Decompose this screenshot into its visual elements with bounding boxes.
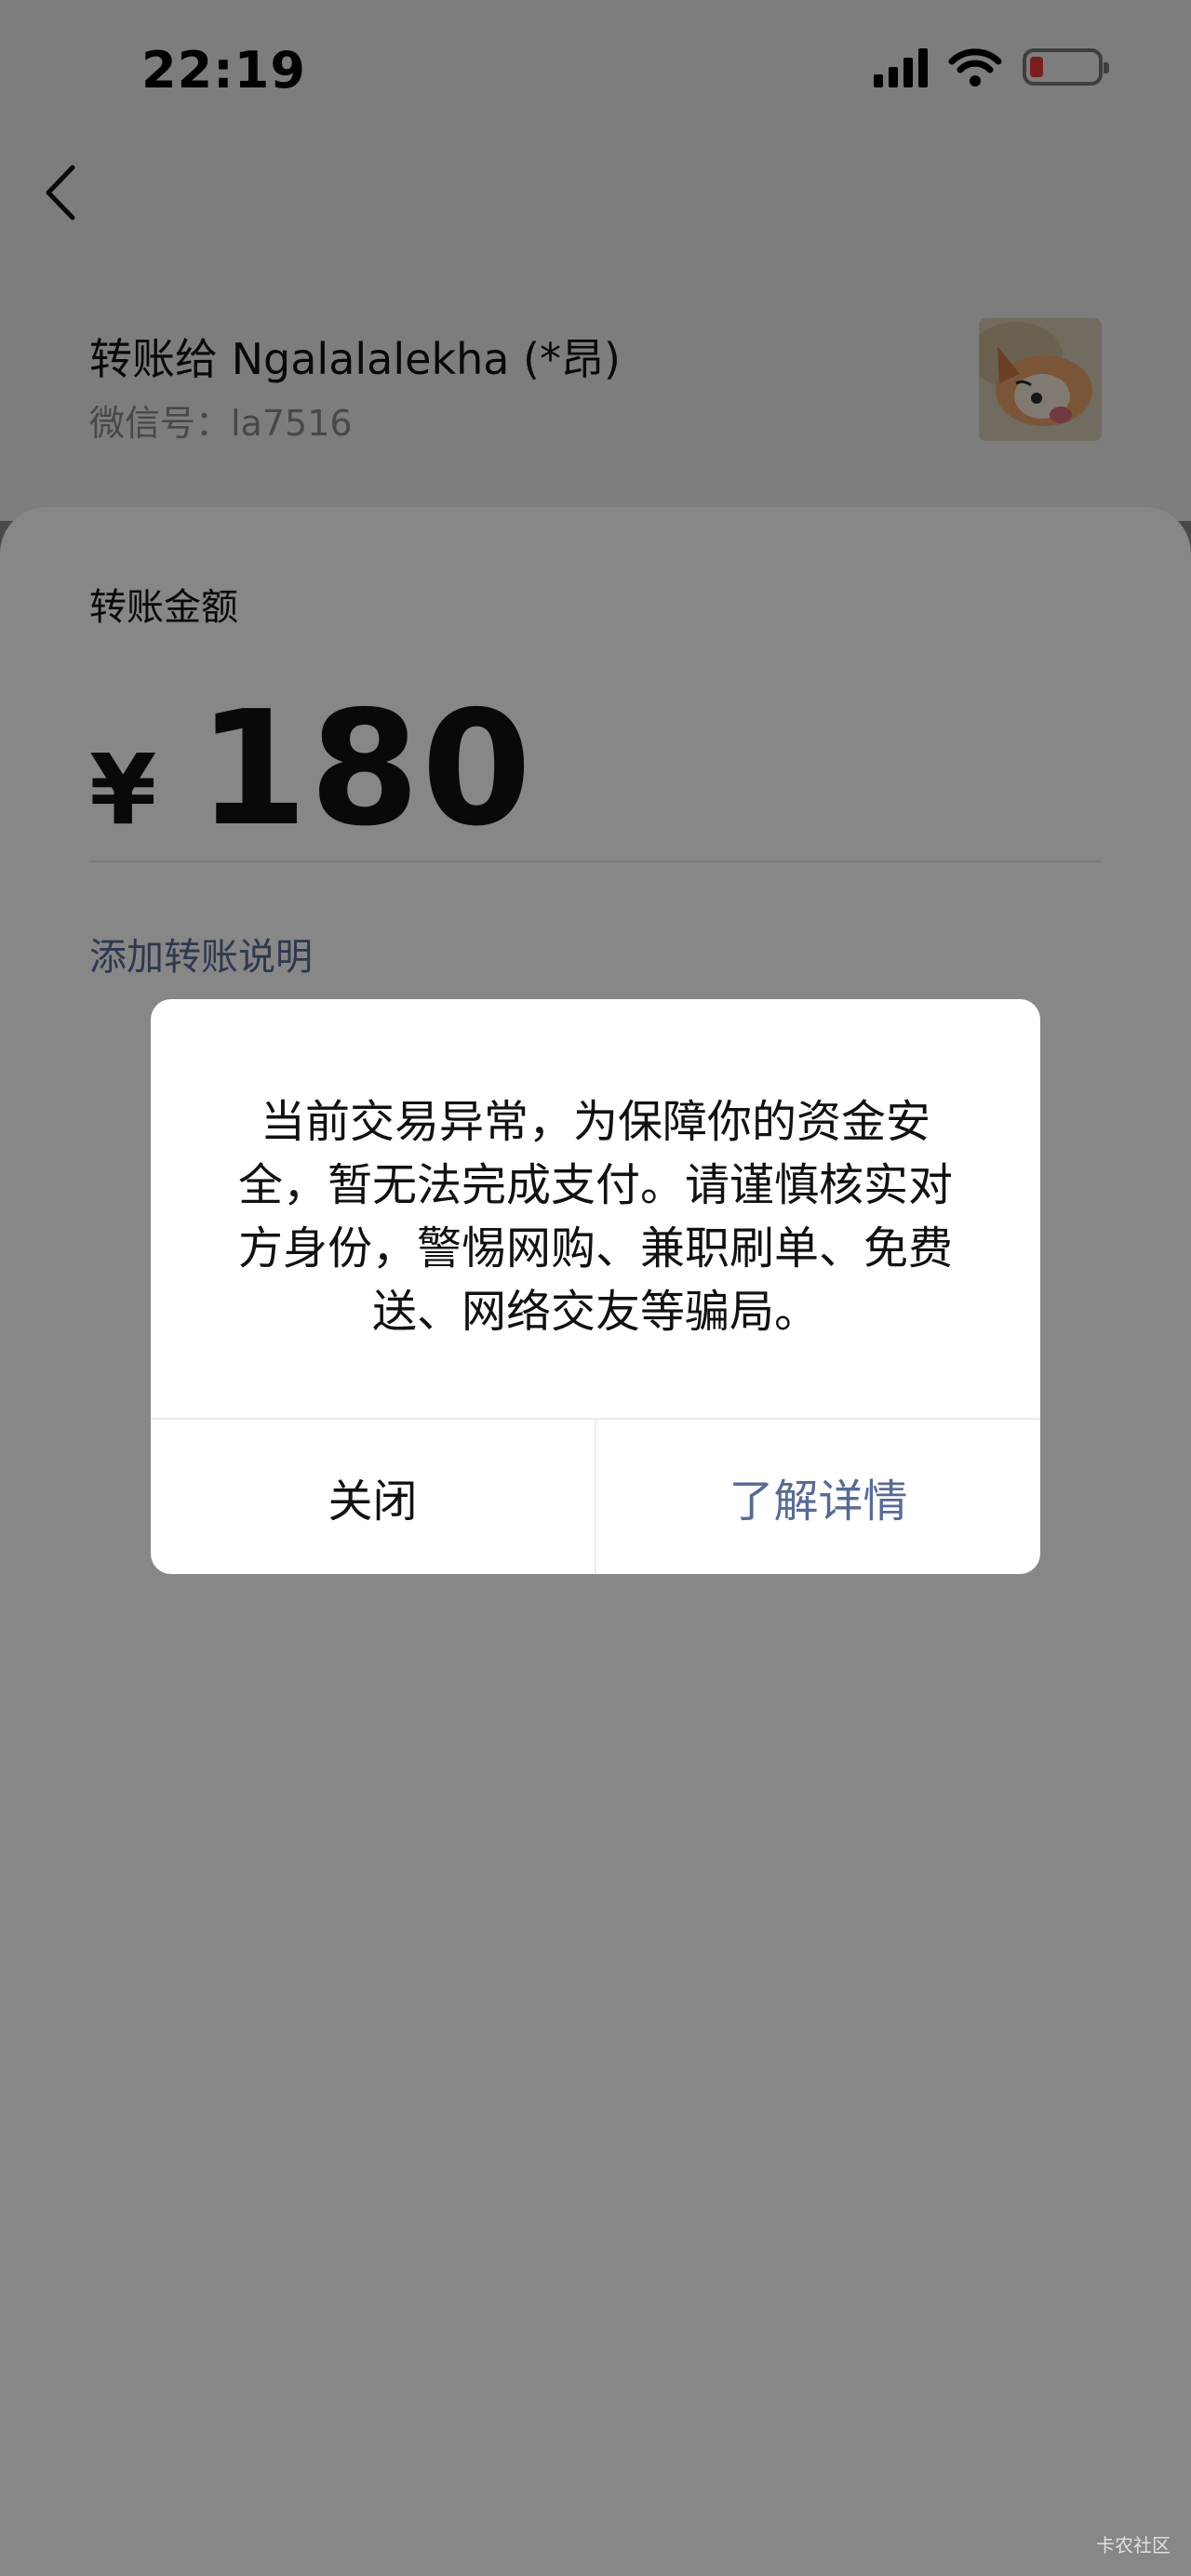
dialog-message: 当前交易异常，为保障你的资金安全，暂无法完成支付。请谨慎核实对方身份，警惕网购、…	[237, 1096, 953, 1338]
learn-more-button[interactable]: 了解详情	[596, 1420, 1040, 1574]
watermark: 卡农社区	[1096, 2534, 1171, 2556]
dialog-actions: 关闭 了解详情	[151, 1418, 1040, 1574]
risk-alert-dialog: 当前交易异常，为保障你的资金安全，暂无法完成支付。请谨慎核实对方身份，警惕网购、…	[151, 999, 1040, 1574]
close-button[interactable]: 关闭	[151, 1420, 596, 1574]
